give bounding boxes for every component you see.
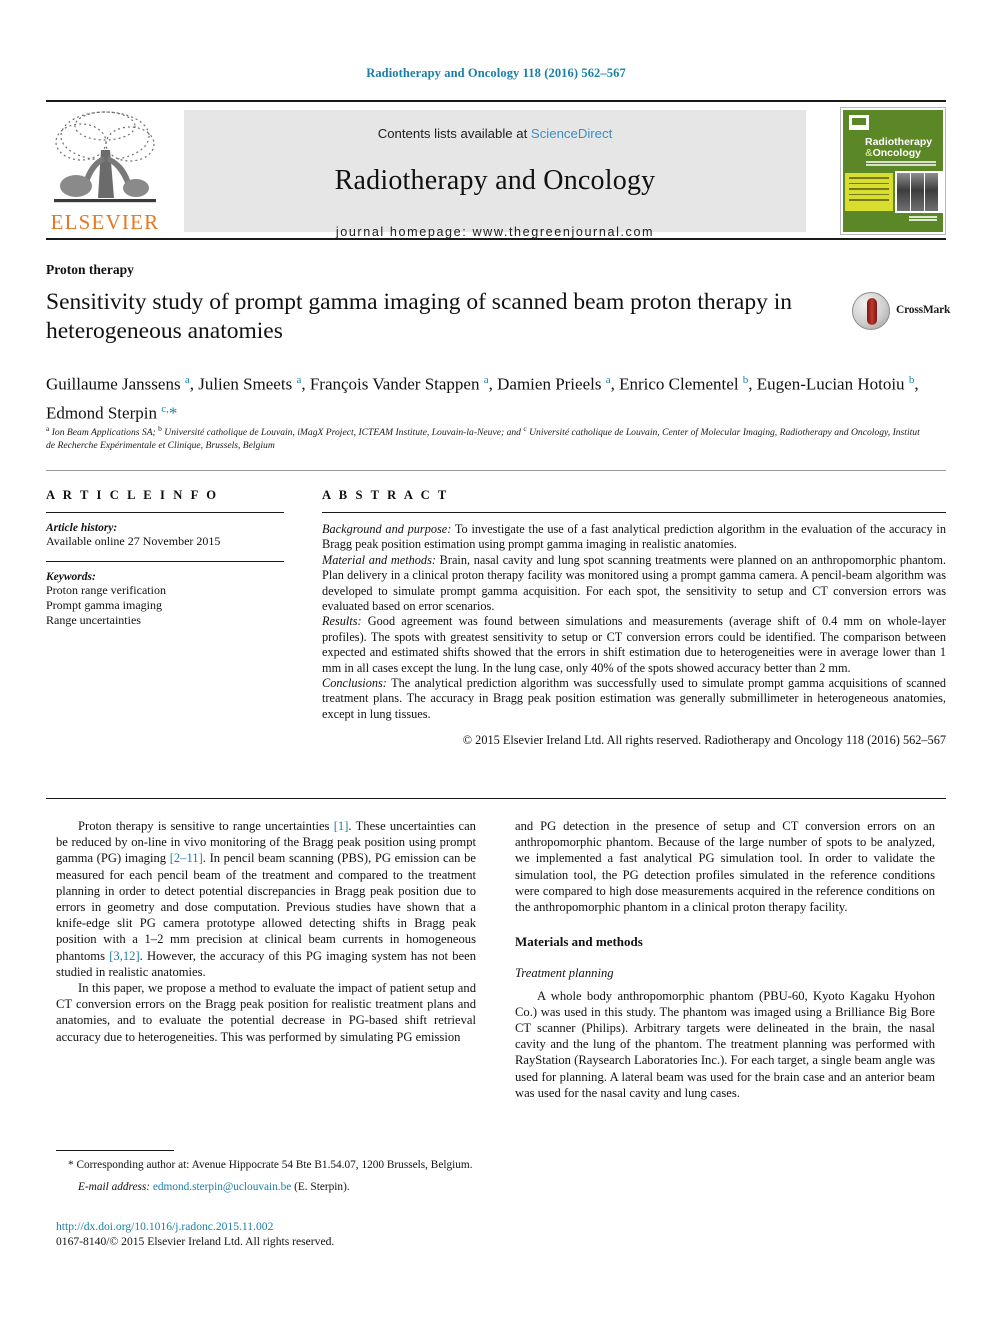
running-head: Radiotherapy and Oncology 118 (2016) 562…	[366, 66, 626, 80]
abstract-column: A B S T R A C T Background and purpose: …	[322, 488, 946, 748]
journal-band: Contents lists available at ScienceDirec…	[184, 110, 806, 239]
article-info-heading: A R T I C L E I N F O	[46, 488, 219, 502]
abstract-results-text: Good agreement was found between simulat…	[322, 614, 946, 675]
article-info-column: A R T I C L E I N F O Article history: A…	[46, 488, 284, 628]
info-block-top-rule	[46, 470, 946, 471]
abstract-rule	[322, 512, 946, 513]
journal-masthead: ELSEVIER Contents lists available at Sci…	[46, 100, 946, 240]
corresponding-author-note: * Corresponding author at: Avenue Hippoc…	[68, 1159, 473, 1171]
article-section-label: Proton therapy	[46, 262, 134, 277]
imprint: http://dx.doi.org/10.1016/j.radonc.2015.…	[56, 1219, 526, 1249]
cover-title-amp: &	[865, 147, 873, 159]
body-paragraph: and PG detection in the presence of setu…	[515, 819, 935, 915]
keywords-rule	[46, 561, 284, 562]
cover-footer-logo	[909, 216, 937, 226]
section-heading-materials-and-methods: Materials and methods	[515, 934, 643, 950]
email-label: E-mail address:	[78, 1180, 151, 1193]
elsevier-wordmark: ELSEVIER	[50, 210, 160, 234]
cover-title-line2: Oncology	[872, 147, 922, 159]
abstract-conclusions-text: The analytical prediction algorithm was …	[322, 676, 946, 721]
journal-title: Radiotherapy and Oncology	[334, 165, 656, 196]
article-history-label: Article history:	[46, 522, 118, 534]
article-history-value: Available online 27 November 2015	[46, 534, 221, 548]
email-note: E-mail address: edmond.sterpin@uclouvain…	[56, 1180, 476, 1195]
crossmark-label: CrossMark	[896, 304, 951, 316]
body-paragraph: A whole body anthropomorphic phantom (PB…	[515, 988, 935, 1100]
elsevier-tree-icon	[54, 111, 156, 203]
keywords-label: Keywords:	[46, 571, 96, 583]
crossmark-badge[interactable]: CrossMark	[852, 292, 950, 332]
paper-page: Radiotherapy and Oncology 118 (2016) 562…	[0, 0, 992, 1323]
keyword-item: Prompt gamma imaging	[46, 598, 162, 612]
contents-prefix: Contents lists available at	[377, 126, 528, 141]
article-info-rule	[46, 512, 284, 513]
affiliations: a Ion Beam Applications SA; b Université…	[46, 424, 920, 452]
keyword-item: Proton range verification	[46, 583, 166, 597]
abstract-copyright: © 2015 Elsevier Ireland Ltd. All rights …	[462, 733, 946, 748]
abstract-methods-label: Material and methods:	[322, 552, 436, 567]
author-list: Guillaume Janssens a, Julien Smeets a, F…	[46, 374, 919, 423]
body-paragraph: Proton therapy is sensitive to range unc…	[56, 819, 477, 979]
cover-photo	[895, 171, 943, 213]
abstract-background-label: Background and purpose:	[322, 522, 452, 536]
keyword-item: Range uncertainties	[46, 613, 141, 627]
journal-homepage[interactable]: journal homepage: www.thegreenjournal.co…	[184, 225, 806, 239]
email-suffix: (E. Sterpin).	[291, 1180, 350, 1193]
body-column-right: and PG detection in the presence of setu…	[515, 818, 935, 1101]
cover-title: Radiotherapy &Oncology	[865, 137, 943, 159]
cover-subtitle-lines	[866, 161, 936, 167]
issn-copyright-line: 0167-8140/© 2015 Elsevier Ireland Ltd. A…	[56, 1235, 335, 1248]
journal-cover-thumbnail: Radiotherapy &Oncology	[840, 107, 946, 235]
page-title: Sensitivity study of prompt gamma imagin…	[46, 289, 792, 344]
cover-elsevier-icon	[849, 115, 869, 130]
crossmark-icon	[852, 292, 890, 330]
footnote-rule	[56, 1150, 174, 1151]
abstract-conclusions-label: Conclusions:	[322, 676, 387, 691]
subsection-heading-treatment-planning: Treatment planning	[515, 966, 614, 981]
body-column-left: Proton therapy is sensitive to range unc…	[56, 818, 476, 1045]
abstract-body: Background and purpose: To investigate t…	[322, 522, 946, 722]
info-block-bottom-rule	[46, 798, 946, 799]
email-link[interactable]: edmond.sterpin@uclouvain.be	[153, 1181, 291, 1193]
contents-line: Contents lists available at ScienceDirec…	[184, 126, 806, 141]
footnotes: * Corresponding author at: Avenue Hippoc…	[56, 1158, 476, 1194]
body-paragraph: In this paper, we propose a method to ev…	[56, 981, 476, 1044]
elsevier-logo: ELSEVIER	[46, 106, 166, 236]
sciencedirect-link[interactable]: ScienceDirect	[531, 126, 612, 141]
doi-link[interactable]: http://dx.doi.org/10.1016/j.radonc.2015.…	[56, 1219, 526, 1234]
cover-contents-block	[845, 173, 893, 211]
abstract-results-label: Results:	[322, 614, 362, 629]
abstract-heading: A B S T R A C T	[322, 488, 449, 502]
